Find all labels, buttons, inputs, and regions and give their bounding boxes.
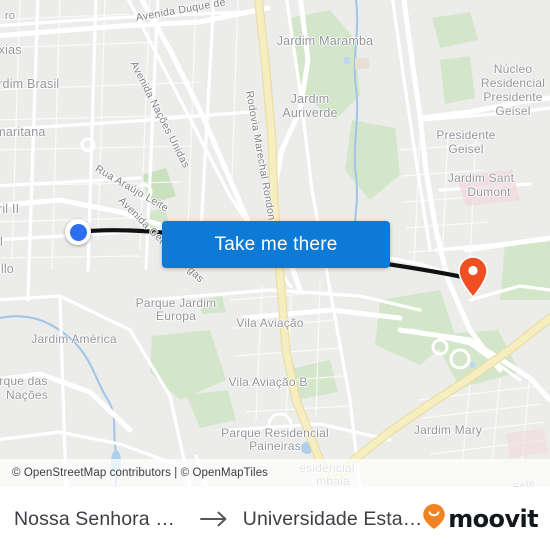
destination-pin-icon — [458, 256, 488, 299]
map-attribution[interactable]: © OpenStreetMap contributors | © OpenMap… — [0, 459, 550, 487]
arrow-right-icon — [199, 511, 230, 527]
trip-summary[interactable]: Nossa Senhora De Fati... Universidade Es… — [0, 508, 422, 531]
moovit-pin-icon — [422, 503, 446, 535]
destination-pin-marker[interactable] — [458, 256, 488, 299]
take-me-there-button[interactable]: Take me there — [162, 221, 390, 268]
trip-destination-label: Universidade Estadual P... — [242, 507, 422, 530]
origin-dot-marker[interactable] — [65, 219, 91, 245]
moovit-wordmark: moovit — [448, 505, 538, 533]
attribution-text: © OpenStreetMap contributors | © OpenMap… — [12, 467, 269, 479]
moovit-logo[interactable]: moovit — [422, 503, 550, 535]
origin-dot-inner — [69, 223, 87, 241]
map-container[interactable]: roCaxiasJardim BrasilVila Samaritanastor… — [0, 0, 550, 487]
trip-origin-label: Nossa Senhora De Fati... — [14, 507, 187, 530]
trip-bottom-bar: Nossa Senhora De Fati... Universidade Es… — [0, 487, 550, 550]
moovit-map-screen: roCaxiasJardim BrasilVila Samaritanastor… — [0, 0, 550, 550]
